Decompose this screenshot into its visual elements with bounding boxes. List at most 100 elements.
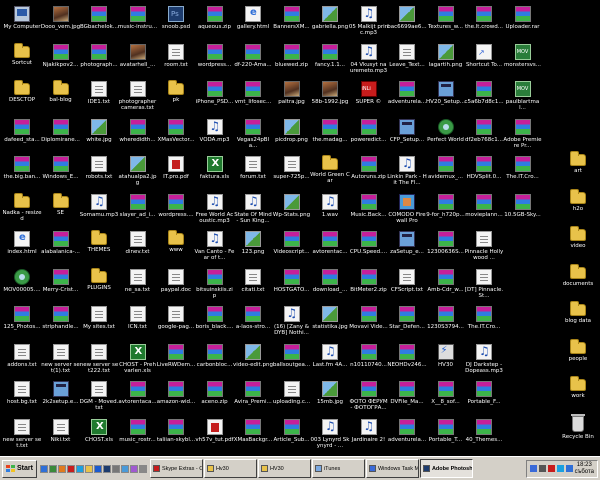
- folder-icon[interactable]: [84, 464, 93, 473]
- desktop-icon[interactable]: My Computer: [2, 4, 42, 44]
- desktop-icon[interactable]: avtorentac...: [310, 229, 350, 269]
- desktop-icon[interactable]: documents: [558, 263, 598, 303]
- desktop-icon[interactable]: ФОТО ФЕРУМ - ФОТОГРА...: [349, 379, 389, 419]
- desktop-icon[interactable]: host.bg.txt: [2, 379, 42, 419]
- desktop-icon[interactable]: the.madag...: [310, 117, 350, 157]
- desktop-icon[interactable]: 1230S3794...: [426, 304, 466, 344]
- desktop-icon[interactable]: addons.txt: [2, 342, 42, 382]
- desktop-icon[interactable]: Uploader.rar: [503, 4, 543, 44]
- desktop-icon[interactable]: Dooo_vem.jpg: [41, 4, 81, 44]
- desktop-icon[interactable]: vmt_lifosec...: [233, 79, 273, 119]
- desktop-icon[interactable]: movieplann...: [464, 192, 504, 232]
- desktop-icon[interactable]: Article_Sub...: [272, 417, 312, 457]
- desktop-icon[interactable]: wordpress....: [156, 192, 196, 232]
- desktop-icon[interactable]: Diplomirane...: [41, 117, 81, 157]
- desktop-icon[interactable]: DVFile_Ma...: [387, 379, 427, 419]
- desktop-icon[interactable]: Windows_E...: [41, 154, 81, 194]
- desktop-icon[interactable]: the.lt.crowd...: [464, 4, 504, 44]
- desktop-icon[interactable]: white.jpg: [79, 117, 119, 157]
- desktop-icon[interactable]: uploading.c...: [272, 379, 312, 419]
- desktop-icon[interactable]: 58b-1992.jpg: [310, 79, 350, 119]
- desktop-icon[interactable]: The.IT.Cro...: [464, 304, 504, 344]
- desktop-icon[interactable]: paltra.jpg: [272, 79, 312, 119]
- desktop-icon[interactable]: new server set.txt: [2, 417, 42, 457]
- desktop-icon[interactable]: Avira_Premi...: [233, 379, 273, 419]
- desktop-icon[interactable]: Star_Defen...: [387, 304, 427, 344]
- desktop-icon[interactable]: gallery.html: [233, 4, 273, 44]
- desktop-icon[interactable]: slayer_ad_i...: [118, 192, 158, 232]
- desktop-icon[interactable]: Portable_F...: [464, 379, 504, 419]
- desktop-icon[interactable]: atahualpa2.jpg: [118, 154, 158, 194]
- desktop-icon[interactable]: 04 Vkusyt na uremeto.mp3: [349, 42, 389, 82]
- desktop-icon[interactable]: Adobe Premiere Pr...: [503, 117, 543, 157]
- desktop-icon[interactable]: bitsuinskiis.zip: [195, 267, 235, 307]
- desktop-icon[interactable]: COMODO Firewall Pro: [387, 192, 427, 232]
- desktop-icon[interactable]: CHOST.xls: [79, 417, 119, 457]
- desktop-icon[interactable]: DGM - Moved.txt: [79, 379, 119, 419]
- desktop-icon[interactable]: SUPER ©: [349, 79, 389, 119]
- desktop-icon[interactable]: 12300636S...: [426, 229, 466, 269]
- desktop-icon[interactable]: avtorentaca...: [118, 379, 158, 419]
- desktop-icon[interactable]: 003 Lynyrd Skynyrd - ...: [310, 417, 350, 457]
- desktop-icon[interactable]: super-725p...: [272, 154, 312, 194]
- desktop-icon[interactable]: Somamu.mp3: [79, 192, 119, 232]
- desktop-icon[interactable]: 125_Photos...: [2, 304, 42, 344]
- desktop-icon[interactable]: HOSTGATO...: [272, 267, 312, 307]
- desktop-icon[interactable]: State Of Mind - Sun King...: [233, 192, 273, 232]
- desktop-icon[interactable]: CPU.Speed....: [349, 229, 389, 269]
- desktop-icon[interactable]: BitMeter2.zip: [349, 267, 389, 307]
- language-icon[interactable]: [565, 465, 573, 472]
- desktop-icon[interactable]: music_rostr...: [118, 417, 158, 457]
- desktop-icon[interactable]: taliian-skybl...: [156, 417, 196, 457]
- desktop-icon[interactable]: 123.png: [233, 229, 273, 269]
- desktop-icon[interactable]: XMasVector...: [156, 117, 196, 157]
- desktop-icon[interactable]: Leave_Text...: [387, 42, 427, 82]
- desktop-icon[interactable]: striphandle...: [41, 304, 81, 344]
- desktop-icon[interactable]: Njakikpov2...: [41, 42, 81, 82]
- desktop-icon[interactable]: BGbachelok...: [79, 4, 119, 44]
- desktop-icon[interactable]: video: [558, 225, 598, 265]
- desktop-icon[interactable]: video-edit.png: [233, 342, 273, 382]
- desktop-icon[interactable]: vh57v_tut.pdf: [195, 417, 235, 457]
- desktop-icon[interactable]: alabalanica-...: [41, 229, 81, 269]
- desktop-icon[interactable]: df2eb768c1...: [464, 117, 504, 157]
- desktop-icon[interactable]: art: [558, 150, 598, 190]
- desktop-icon[interactable]: google-pag...: [156, 304, 196, 344]
- desktop-icon[interactable]: The.IT.Cro...: [503, 154, 543, 194]
- desktop-icon[interactable]: new server set222.txt: [79, 342, 119, 382]
- desktop-icon[interactable]: a-laos-stro...: [233, 304, 273, 344]
- desktop-icon[interactable]: Nadka - resized: [2, 192, 42, 232]
- desktop-icon[interactable]: MOV00005....: [2, 267, 42, 307]
- taskbar-button[interactable]: Windows Task Manager: [365, 459, 419, 478]
- desktop-icon[interactable]: work: [558, 375, 598, 415]
- desktop-icon[interactable]: CHOST - Prehvarlen.xls: [118, 342, 158, 382]
- clock[interactable]: 18:23 събота: [575, 462, 594, 476]
- desktop-icon[interactable]: Jardinaire 2!: [349, 417, 389, 457]
- desktop-icon[interactable]: Vegas24pBla...: [233, 117, 273, 157]
- desktop-icon[interactable]: h2o: [558, 188, 598, 228]
- desktop-icon[interactable]: avidemux_...: [426, 154, 466, 194]
- ie-icon[interactable]: [39, 464, 48, 473]
- desktop-icon[interactable]: X__8_sof...: [426, 379, 466, 419]
- taskbar-button[interactable]: HV30: [257, 459, 311, 478]
- desktop-icon[interactable]: aqueous.zip: [195, 4, 235, 44]
- desktop-icon[interactable]: music-instru...: [118, 4, 158, 44]
- desktop-icon[interactable]: zaSetup_e...: [387, 229, 427, 269]
- desktop-icon[interactable]: Portable_T...: [426, 417, 466, 457]
- ftp-icon[interactable]: [129, 464, 138, 473]
- desktop-icon[interactable]: download_...: [310, 267, 350, 307]
- opera-icon[interactable]: [66, 464, 75, 473]
- desktop-icon[interactable]: HDVSplit.0...: [464, 154, 504, 194]
- desktop-icon[interactable]: VODA.mp3: [195, 117, 235, 157]
- desktop-icon[interactable]: robots.txt: [79, 154, 119, 194]
- desktop-icon[interactable]: Textures_w...: [426, 4, 466, 44]
- desktop-icon[interactable]: (16) [Zany & DYB] Nothi...: [272, 304, 312, 344]
- desktop-icon[interactable]: Linkin Park - Hit The Fl...: [387, 154, 427, 194]
- desktop-icon[interactable]: dafeed_sta...: [2, 117, 42, 157]
- desktop-icon[interactable]: bluewed.zip: [272, 42, 312, 82]
- desktop-icon[interactable]: ICN.txt: [118, 304, 158, 344]
- desktop-icon[interactable]: 2k2setup.e...: [41, 379, 81, 419]
- desktop-icon[interactable]: snoob.psd: [156, 4, 196, 44]
- desktop-icon[interactable]: Videoscript...: [272, 229, 312, 269]
- desktop-icon[interactable]: World Green Car: [310, 154, 350, 194]
